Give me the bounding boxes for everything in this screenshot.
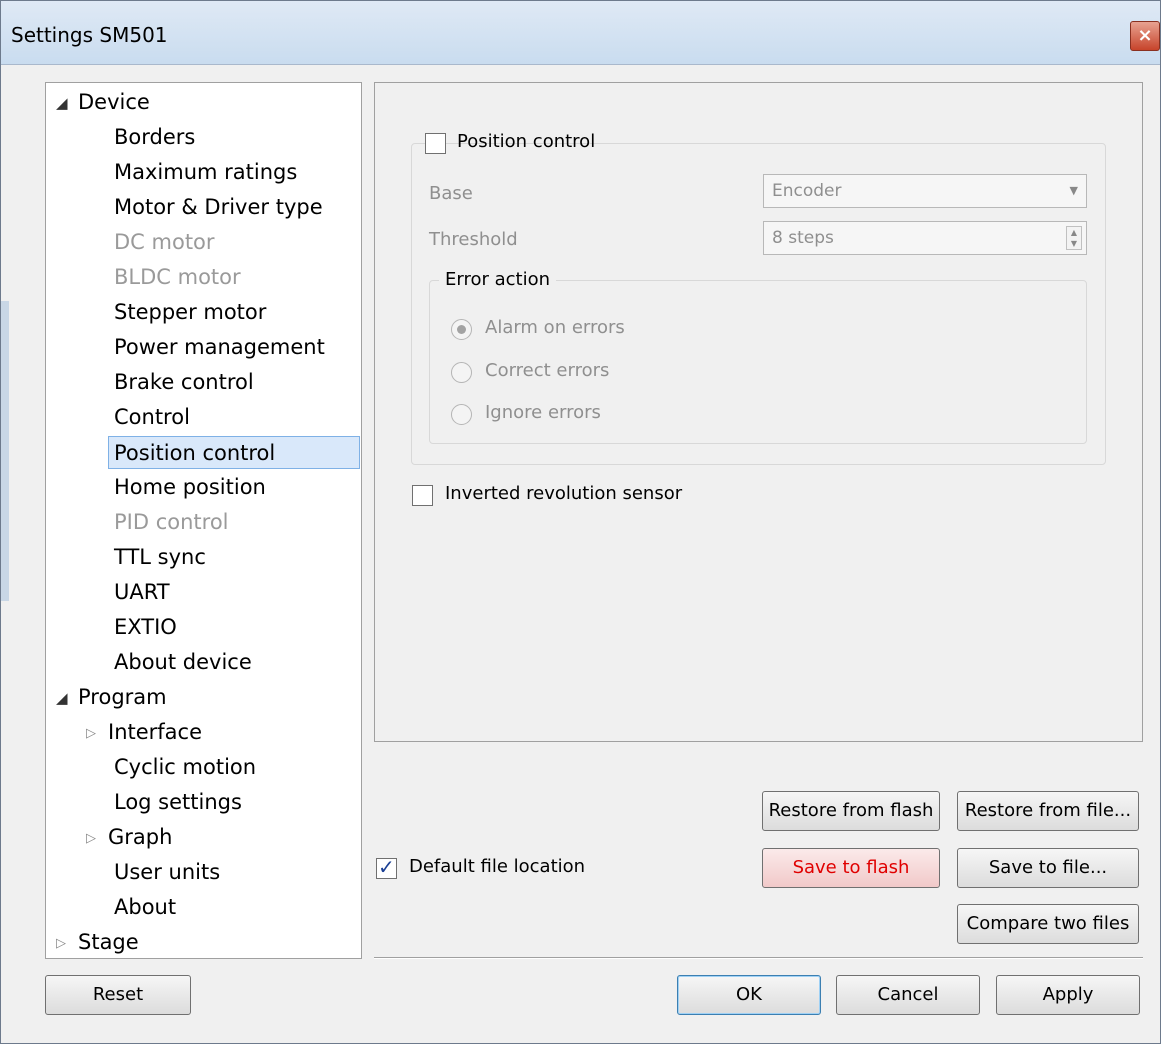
tree-item-label: UART xyxy=(114,580,170,604)
close-icon[interactable]: × xyxy=(1130,21,1160,51)
tree-item-label: Interface xyxy=(108,720,203,744)
tree-item-label: Position control xyxy=(114,441,276,465)
position-control-checkbox[interactable] xyxy=(425,133,446,154)
ok-button[interactable]: OK xyxy=(677,975,821,1015)
compare-two-files-button[interactable]: Compare two files xyxy=(957,904,1139,944)
cancel-button[interactable]: Cancel xyxy=(836,975,980,1015)
window-edge xyxy=(1,301,9,601)
tree-item-label: BLDC motor xyxy=(114,265,241,289)
tree-item-dc-motor[interactable]: DC motor xyxy=(114,226,215,259)
tree-item-label: Device xyxy=(78,90,150,114)
restore-from-flash-button[interactable]: Restore from flash xyxy=(762,791,940,831)
alarm-on-errors-radio[interactable] xyxy=(451,319,472,340)
save-to-flash-button[interactable]: Save to flash xyxy=(762,848,940,888)
threshold-value: 8 steps xyxy=(772,228,834,248)
tree-item-label: EXTIO xyxy=(114,615,177,639)
restore-from-file-button[interactable]: Restore from file... xyxy=(957,791,1139,831)
tree-item-cyclic-motion[interactable]: Cyclic motion xyxy=(114,751,256,784)
tree-item-label: User units xyxy=(114,860,221,884)
tree-item-label: Home position xyxy=(114,475,266,499)
ignore-errors-radio[interactable] xyxy=(451,404,472,425)
tree-item-graph[interactable]: ▷ Graph xyxy=(86,821,172,854)
tree-item-label: DC motor xyxy=(114,230,215,254)
tree-item-uart[interactable]: UART xyxy=(114,576,170,609)
inverted-sensor-checkbox[interactable] xyxy=(412,485,433,506)
threshold-spinbox[interactable]: 8 steps ▲ ▼ xyxy=(763,221,1087,255)
tree-item-interface[interactable]: ▷ Interface xyxy=(86,716,202,749)
tree-item-label: Motor & Driver type xyxy=(114,195,323,219)
base-select[interactable]: Encoder ▼ xyxy=(763,174,1087,208)
tree-item-home-position[interactable]: Home position xyxy=(114,471,266,504)
window-title: Settings SM501 xyxy=(11,23,168,47)
position-control-label: Position control xyxy=(457,131,596,152)
tree-item-label: Stage xyxy=(78,930,139,954)
tree-item-power-management[interactable]: Power management xyxy=(114,331,325,364)
tree-item-user-units[interactable]: User units xyxy=(114,856,220,889)
tree-item-about-device[interactable]: About device xyxy=(114,646,252,679)
reset-button[interactable]: Reset xyxy=(45,975,191,1015)
tree-item-label: About xyxy=(114,895,177,919)
correct-errors-radio[interactable] xyxy=(451,362,472,383)
tree-item-ttl-sync[interactable]: TTL sync xyxy=(114,541,206,574)
chevron-down-icon: ▼ xyxy=(1069,184,1078,197)
spin-arrows-icon[interactable]: ▲ ▼ xyxy=(1066,226,1082,250)
title-bar: Settings SM501 × xyxy=(1,1,1160,65)
separator xyxy=(374,957,1143,959)
base-value: Encoder xyxy=(772,181,842,201)
tree-item-about[interactable]: About xyxy=(114,891,176,924)
tree-item-log-settings[interactable]: Log settings xyxy=(114,786,242,819)
tree-item-label: Borders xyxy=(114,125,196,149)
tree-item-borders[interactable]: Borders xyxy=(114,121,195,154)
correct-errors-label: Correct errors xyxy=(485,360,610,381)
tree-item-label: Maximum ratings xyxy=(114,160,298,184)
expand-down-icon[interactable]: ◢ xyxy=(56,87,78,120)
tree-item-label: Program xyxy=(78,685,167,709)
default-location-label: Default file location xyxy=(409,856,586,877)
tree-item-label: Control xyxy=(114,405,190,429)
tree-item-motor-driver-type[interactable]: Motor & Driver type xyxy=(114,191,323,224)
tree-item-program[interactable]: ◢ Program xyxy=(56,681,167,714)
alarm-on-errors-label: Alarm on errors xyxy=(485,317,625,338)
tree-item-control[interactable]: Control xyxy=(114,401,190,434)
tree-item-label: About device xyxy=(114,650,252,674)
settings-tree[interactable]: ◢ Device Borders Maximum ratings Motor & Dri… xyxy=(45,82,362,959)
expand-right-icon[interactable]: ▷ xyxy=(86,822,108,855)
tree-item-pid-control[interactable]: PID control xyxy=(114,506,229,539)
settings-panel: Position control Base Encoder ▼ Threshol… xyxy=(374,82,1143,742)
tree-item-label: Power management xyxy=(114,335,325,359)
tree-item-position-control[interactable]: Position control xyxy=(108,436,360,469)
threshold-label: Threshold xyxy=(429,229,518,250)
ignore-errors-label: Ignore errors xyxy=(485,402,601,423)
tree-item-device[interactable]: ◢ Device xyxy=(56,86,150,119)
expand-down-icon[interactable]: ◢ xyxy=(56,682,78,715)
inverted-sensor-label: Inverted revolution sensor xyxy=(445,483,683,504)
base-label: Base xyxy=(429,183,473,204)
tree-item-label: Brake control xyxy=(114,370,254,394)
tree-item-bldc-motor[interactable]: BLDC motor xyxy=(114,261,241,294)
apply-button[interactable]: Apply xyxy=(996,975,1140,1015)
tree-item-stepper-motor[interactable]: Stepper motor xyxy=(114,296,266,329)
tree-item-brake-control[interactable]: Brake control xyxy=(114,366,254,399)
expand-right-icon[interactable]: ▷ xyxy=(56,927,78,959)
save-to-file-button[interactable]: Save to file... xyxy=(957,848,1139,888)
tree-item-stage[interactable]: ▷ Stage xyxy=(56,926,139,959)
default-location-checkbox[interactable] xyxy=(376,855,397,879)
error-action-title: Error action xyxy=(439,269,557,290)
settings-window: Settings SM501 × ◢ Device Borders Maximum r… xyxy=(0,0,1161,1044)
expand-right-icon[interactable]: ▷ xyxy=(86,717,108,750)
tree-item-label: PID control xyxy=(114,510,229,534)
tree-item-label: Cyclic motion xyxy=(114,755,257,779)
tree-item-label: Stepper motor xyxy=(114,300,267,324)
tree-item-extio[interactable]: EXTIO xyxy=(114,611,177,644)
tree-item-maximum-ratings[interactable]: Maximum ratings xyxy=(114,156,297,189)
tree-item-label: TTL sync xyxy=(114,545,206,569)
tree-item-label: Graph xyxy=(108,825,173,849)
tree-item-label: Log settings xyxy=(114,790,242,814)
